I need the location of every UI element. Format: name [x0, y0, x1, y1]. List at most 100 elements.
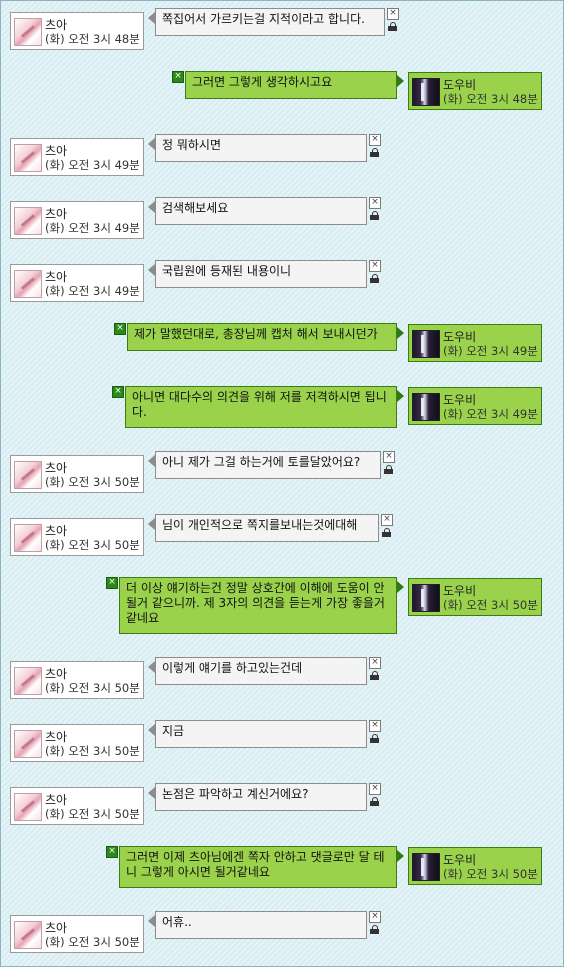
close-icon[interactable]: × — [112, 386, 124, 398]
message-time: (화) 오전 3시 50분 — [443, 867, 538, 881]
user-card[interactable]: 츠아 (화) 오전 3시 50분 — [10, 915, 144, 953]
bubble-pointer — [148, 787, 155, 799]
avatar[interactable] — [412, 584, 440, 612]
lock-icon[interactable] — [370, 148, 380, 158]
message-time: (화) 오전 3시 50분 — [45, 681, 140, 695]
user-card[interactable]: 도우비 (화) 오전 3시 49분 — [408, 387, 542, 425]
message-time: (화) 오전 3시 50분 — [45, 744, 140, 758]
avatar[interactable] — [14, 730, 42, 758]
lock-icon[interactable] — [388, 22, 398, 32]
bubble-pointer — [148, 455, 155, 467]
avatar[interactable] — [14, 667, 42, 695]
avatar[interactable] — [14, 921, 42, 949]
message-time: (화) 오전 3시 50분 — [45, 538, 140, 552]
close-icon[interactable]: × — [369, 720, 381, 732]
message-bubble: 국립원에 등재된 내용이니 — [155, 260, 367, 288]
message-bubble: 검색해보세요 — [155, 197, 367, 225]
close-icon[interactable]: × — [172, 71, 184, 83]
message-time: (화) 오전 3시 50분 — [45, 475, 140, 489]
user-card[interactable]: 츠아 (화) 오전 3시 50분 — [10, 455, 144, 493]
message-bubble: 그러면 이제 츠아님에겐 쪽자 안하고 댓글로만 달 테니 그렇게 아시면 될거… — [119, 846, 397, 888]
lock-icon[interactable] — [370, 925, 380, 935]
avatar[interactable] — [14, 207, 42, 235]
message-bubble: 님이 개인적으로 쪽지를보내는것에대해 — [155, 514, 379, 542]
avatar[interactable] — [14, 793, 42, 821]
message-bubble: 제가 말했던대로, 총장님께 캡처 해서 보내시던가 — [127, 323, 397, 351]
message-time: (화) 오전 3시 49분 — [45, 158, 140, 172]
avatar[interactable] — [14, 18, 42, 46]
message-bubble: 이렇게 얘기를 하고있는건데 — [155, 657, 367, 685]
lock-icon[interactable] — [370, 734, 380, 744]
bubble-pointer — [397, 390, 404, 402]
user-card[interactable]: 츠아 (화) 오전 3시 49분 — [10, 138, 144, 176]
message-bubble: 지금 — [155, 720, 367, 748]
close-icon[interactable]: × — [369, 134, 381, 146]
user-card[interactable]: 도우비 (화) 오전 3시 50분 — [408, 578, 542, 616]
user-card[interactable]: 도우비 (화) 오전 3시 48분 — [408, 72, 542, 110]
user-card[interactable]: 츠아 (화) 오전 3시 50분 — [10, 724, 144, 762]
avatar[interactable] — [14, 461, 42, 489]
user-card[interactable]: 츠아 (화) 오전 3시 50분 — [10, 518, 144, 556]
lock-icon[interactable] — [370, 211, 380, 221]
message-bubble: 그러면 그렇게 생각하시고요 — [185, 71, 397, 99]
avatar[interactable] — [14, 144, 42, 172]
bubble-pointer — [397, 581, 404, 593]
lock-icon[interactable] — [384, 465, 394, 475]
bubble-pointer — [397, 850, 404, 862]
user-card[interactable]: 츠아 (화) 오전 3시 49분 — [10, 201, 144, 239]
message-bubble: 정 뭐하시면 — [155, 134, 367, 162]
avatar[interactable] — [412, 393, 440, 421]
avatar[interactable] — [412, 330, 440, 358]
avatar[interactable] — [14, 270, 42, 298]
bubble-pointer — [148, 264, 155, 276]
message-time: (화) 오전 3시 50분 — [443, 598, 538, 612]
avatar[interactable] — [14, 524, 42, 552]
lock-icon[interactable] — [382, 528, 392, 538]
bubble-pointer — [148, 138, 155, 150]
close-icon[interactable]: × — [369, 260, 381, 272]
close-icon[interactable]: × — [369, 657, 381, 669]
user-card[interactable]: 츠아 (화) 오전 3시 49분 — [10, 264, 144, 302]
message-bubble: 논점은 파악하고 계신거에요? — [155, 783, 367, 811]
user-card[interactable]: 도우비 (화) 오전 3시 49분 — [408, 324, 542, 362]
message-bubble: 더 이상 얘기하는건 정말 상호간에 이해에 도움이 안될거 같으니까. 제 3… — [119, 577, 397, 634]
bubble-pointer — [148, 724, 155, 736]
message-bubble: 아니면 대다수의 의견을 위해 저를 저격하시면 됩니다. — [125, 386, 397, 428]
close-icon[interactable]: × — [387, 8, 399, 20]
avatar[interactable] — [412, 853, 440, 881]
close-icon[interactable]: × — [369, 197, 381, 209]
close-icon[interactable]: × — [369, 783, 381, 795]
message-bubble: 아니 제가 그걸 하는거에 토를달았어요? — [155, 451, 381, 479]
lock-icon[interactable] — [370, 671, 380, 681]
avatar[interactable] — [412, 78, 440, 106]
message-time: (화) 오전 3시 49분 — [443, 407, 538, 421]
bubble-pointer — [148, 201, 155, 213]
bubble-pointer — [148, 915, 155, 927]
message-time: (화) 오전 3시 49분 — [45, 284, 140, 298]
user-card[interactable]: 츠아 (화) 오전 3시 50분 — [10, 661, 144, 699]
message-time: (화) 오전 3시 48분 — [443, 92, 538, 106]
bubble-pointer — [397, 327, 404, 339]
message-time: (화) 오전 3시 49분 — [45, 221, 140, 235]
close-icon[interactable]: × — [383, 451, 395, 463]
message-bubble: 쪽집어서 가르키는걸 지적이라고 합니다. — [155, 8, 385, 36]
close-icon[interactable]: × — [106, 577, 118, 589]
bubble-pointer — [148, 661, 155, 673]
bubble-pointer — [397, 75, 404, 87]
close-icon[interactable]: × — [114, 323, 126, 335]
close-icon[interactable]: × — [369, 911, 381, 923]
lock-icon[interactable] — [370, 797, 380, 807]
message-bubble: 어휴.. — [155, 911, 367, 939]
user-card[interactable]: 츠아 (화) 오전 3시 50분 — [10, 787, 144, 825]
message-time: (화) 오전 3시 50분 — [45, 935, 140, 949]
close-icon[interactable]: × — [381, 514, 393, 526]
bubble-pointer — [148, 518, 155, 530]
message-time: (화) 오전 3시 49분 — [443, 344, 538, 358]
user-card[interactable]: 도우비 (화) 오전 3시 50분 — [408, 847, 542, 885]
close-icon[interactable]: × — [106, 846, 118, 858]
bubble-pointer — [148, 12, 155, 24]
user-card[interactable]: 츠아 (화) 오전 3시 48분 — [10, 12, 144, 50]
lock-icon[interactable] — [370, 274, 380, 284]
message-time: (화) 오전 3시 50분 — [45, 807, 140, 821]
message-time: (화) 오전 3시 48분 — [45, 32, 140, 46]
